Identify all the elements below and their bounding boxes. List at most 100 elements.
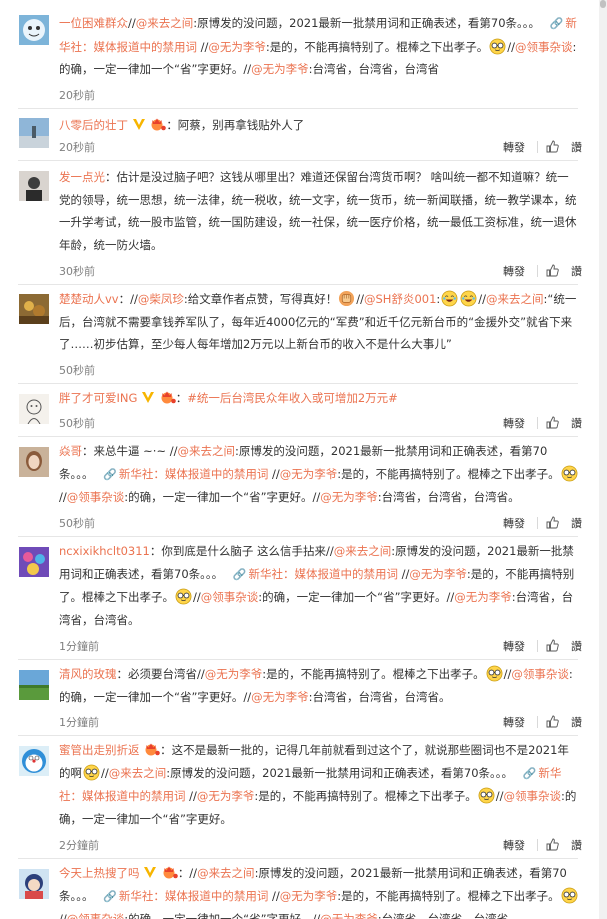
comment-time: 30秒前: [59, 265, 95, 278]
comment-time: 1分鐘前: [59, 716, 99, 729]
article-link[interactable]: 🔗 新华社：媒体报道中的禁用词: [227, 567, 398, 581]
vip-crown-icon[interactable]: [143, 741, 160, 756]
comment-actions: 轉發 讚: [503, 515, 582, 531]
vip-crown-icon[interactable]: [161, 864, 178, 879]
article-link[interactable]: 🔗 新华社：媒体报道中的禁用词: [97, 889, 268, 903]
like-icon[interactable]: [546, 639, 559, 653]
mention-link[interactable]: @无为李爷: [320, 912, 378, 919]
mention-link[interactable]: @来去之间: [109, 766, 167, 780]
mention-link[interactable]: @SH舒炎001: [364, 292, 436, 306]
mention-link[interactable]: @无为李爷: [251, 690, 309, 704]
comment-body-text: ：估计是没过脑子吧？这钱从哪里出？难道还保留台湾货币啊？ 啥叫统一都不知道嘛？统…: [59, 170, 577, 252]
verified-badge-icon[interactable]: [132, 118, 146, 131]
avatar[interactable]: [19, 670, 49, 700]
reply-button[interactable]: 讚: [571, 263, 582, 279]
avatar[interactable]: [19, 394, 49, 424]
scrollbar-thumb[interactable]: [600, 0, 606, 8]
comment-username[interactable]: 今天上热搜了吗: [59, 866, 140, 880]
avatar[interactable]: [19, 447, 49, 477]
mention-link[interactable]: @领事杂谈: [504, 789, 562, 803]
comment-username[interactable]: ncxixikhclt0311: [59, 544, 150, 558]
article-link[interactable]: 🔗 新华社：媒体报道中的禁用词: [97, 467, 268, 481]
comment-username[interactable]: 一位困难群众: [59, 16, 128, 30]
comment-body-text: //: [507, 39, 516, 54]
topic-link[interactable]: #统一后台湾民众年收入或可增加2万元#: [187, 391, 398, 405]
comment-text: 胖了才可爱ING ：#统一后台湾民众年收入或可增加2万元#: [59, 387, 579, 410]
like-icon[interactable]: [546, 140, 559, 154]
reply-button[interactable]: 讚: [571, 714, 582, 730]
comment-time: 50秒前: [59, 417, 95, 430]
comment-body-text: :的确，一定一律加一个“省”字更好。//: [258, 590, 455, 605]
repost-button[interactable]: 轉發: [503, 263, 529, 279]
comment-username[interactable]: 清风的玫瑰: [59, 667, 117, 681]
comment-body-text: //: [356, 292, 364, 306]
verified-badge-icon[interactable]: [141, 391, 155, 404]
comment-actions: 轉發 讚: [503, 415, 582, 431]
avatar[interactable]: [19, 869, 49, 899]
reply-button[interactable]: 讚: [571, 515, 582, 531]
mention-link[interactable]: @柴凤珍: [138, 292, 184, 306]
comment-username[interactable]: 发一点光: [59, 170, 105, 184]
mention-link[interactable]: @来去之间: [136, 16, 194, 30]
avatar[interactable]: [19, 171, 49, 201]
repost-button[interactable]: 轉發: [503, 415, 529, 431]
mention-link[interactable]: @领事杂谈: [67, 912, 125, 919]
reply-button[interactable]: 讚: [571, 415, 582, 431]
mention-link[interactable]: @无为李爷: [208, 40, 266, 54]
comment-username[interactable]: 胖了才可爱ING: [59, 391, 137, 405]
comment-body-text: :给文章作者点赞，写得真好！: [183, 292, 338, 306]
repost-button[interactable]: 轉發: [503, 638, 529, 654]
verified-badge-icon[interactable]: [143, 866, 157, 879]
repost-button[interactable]: 轉發: [503, 714, 529, 730]
divider: [18, 383, 578, 384]
mention-link[interactable]: @无为李爷: [280, 889, 338, 903]
repost-button[interactable]: 轉發: [503, 515, 529, 531]
comment-body-text: //: [495, 789, 504, 804]
comment-text: 楚楚动人vv：//@柴凤珍:给文章作者点赞，写得真好！//@SH舒炎001://…: [59, 288, 579, 356]
repost-button[interactable]: 轉發: [503, 139, 529, 155]
mention-link[interactable]: @来去之间: [486, 292, 544, 306]
comment-username[interactable]: 八零后的壮丁: [59, 118, 128, 132]
comment-feed: 一位困难群众//@来去之间:原博发的没问题，2021最新一批禁用词和正确表述，看…: [0, 0, 607, 919]
mention-link[interactable]: @领事杂谈: [515, 40, 573, 54]
reply-button[interactable]: 讚: [571, 837, 582, 853]
mention-link[interactable]: @无为李爷: [409, 567, 467, 581]
mention-link[interactable]: @无为李爷: [454, 590, 512, 604]
vip-crown-icon[interactable]: [159, 389, 176, 404]
mention-link[interactable]: @来去之间: [178, 444, 236, 458]
glasses-emoji-icon: [561, 887, 578, 904]
mention-link[interactable]: @来去之间: [334, 544, 392, 558]
avatar[interactable]: [19, 746, 49, 776]
mention-link[interactable]: @无为李爷: [197, 789, 255, 803]
avatar[interactable]: [19, 547, 49, 577]
avatar[interactable]: [19, 15, 49, 45]
glasses-emoji-icon: [478, 787, 495, 804]
reply-button[interactable]: 讚: [571, 638, 582, 654]
like-icon[interactable]: [546, 715, 559, 729]
mention-link[interactable]: @无为李爷: [251, 62, 309, 76]
mention-link[interactable]: @无为李爷: [320, 490, 378, 504]
comment-text: 蜜管出走别折返 ：这不是最新一批的，记得几年前就看到过这个了，就说那些圈词也不是…: [59, 739, 579, 830]
like-icon[interactable]: [546, 416, 559, 430]
mention-link[interactable]: @无为李爷: [280, 467, 338, 481]
like-icon[interactable]: [546, 516, 559, 530]
avatar[interactable]: [19, 294, 49, 324]
comment-username[interactable]: 蜜管出走别折返: [59, 743, 140, 757]
reply-button[interactable]: 讚: [571, 139, 582, 155]
mention-link[interactable]: @领事杂谈: [67, 490, 125, 504]
scrollbar[interactable]: [599, 0, 607, 919]
mention-link[interactable]: @领事杂谈: [201, 590, 259, 604]
comment-username[interactable]: 楚楚动人vv: [59, 292, 119, 306]
mention-link[interactable]: @领事杂谈: [511, 667, 569, 681]
avatar[interactable]: [19, 118, 49, 148]
vip-crown-icon[interactable]: [149, 116, 167, 131]
comment-username[interactable]: 焱哥: [59, 444, 82, 458]
link-icon: 🔗: [232, 567, 247, 581]
divider: [537, 417, 538, 429]
mention-link[interactable]: @无为李爷: [205, 667, 263, 681]
like-icon[interactable]: [546, 838, 559, 852]
glasses-emoji-icon: [83, 764, 100, 781]
mention-link[interactable]: @来去之间: [197, 866, 255, 880]
like-icon[interactable]: [546, 264, 559, 278]
repost-button[interactable]: 轉發: [503, 837, 529, 853]
